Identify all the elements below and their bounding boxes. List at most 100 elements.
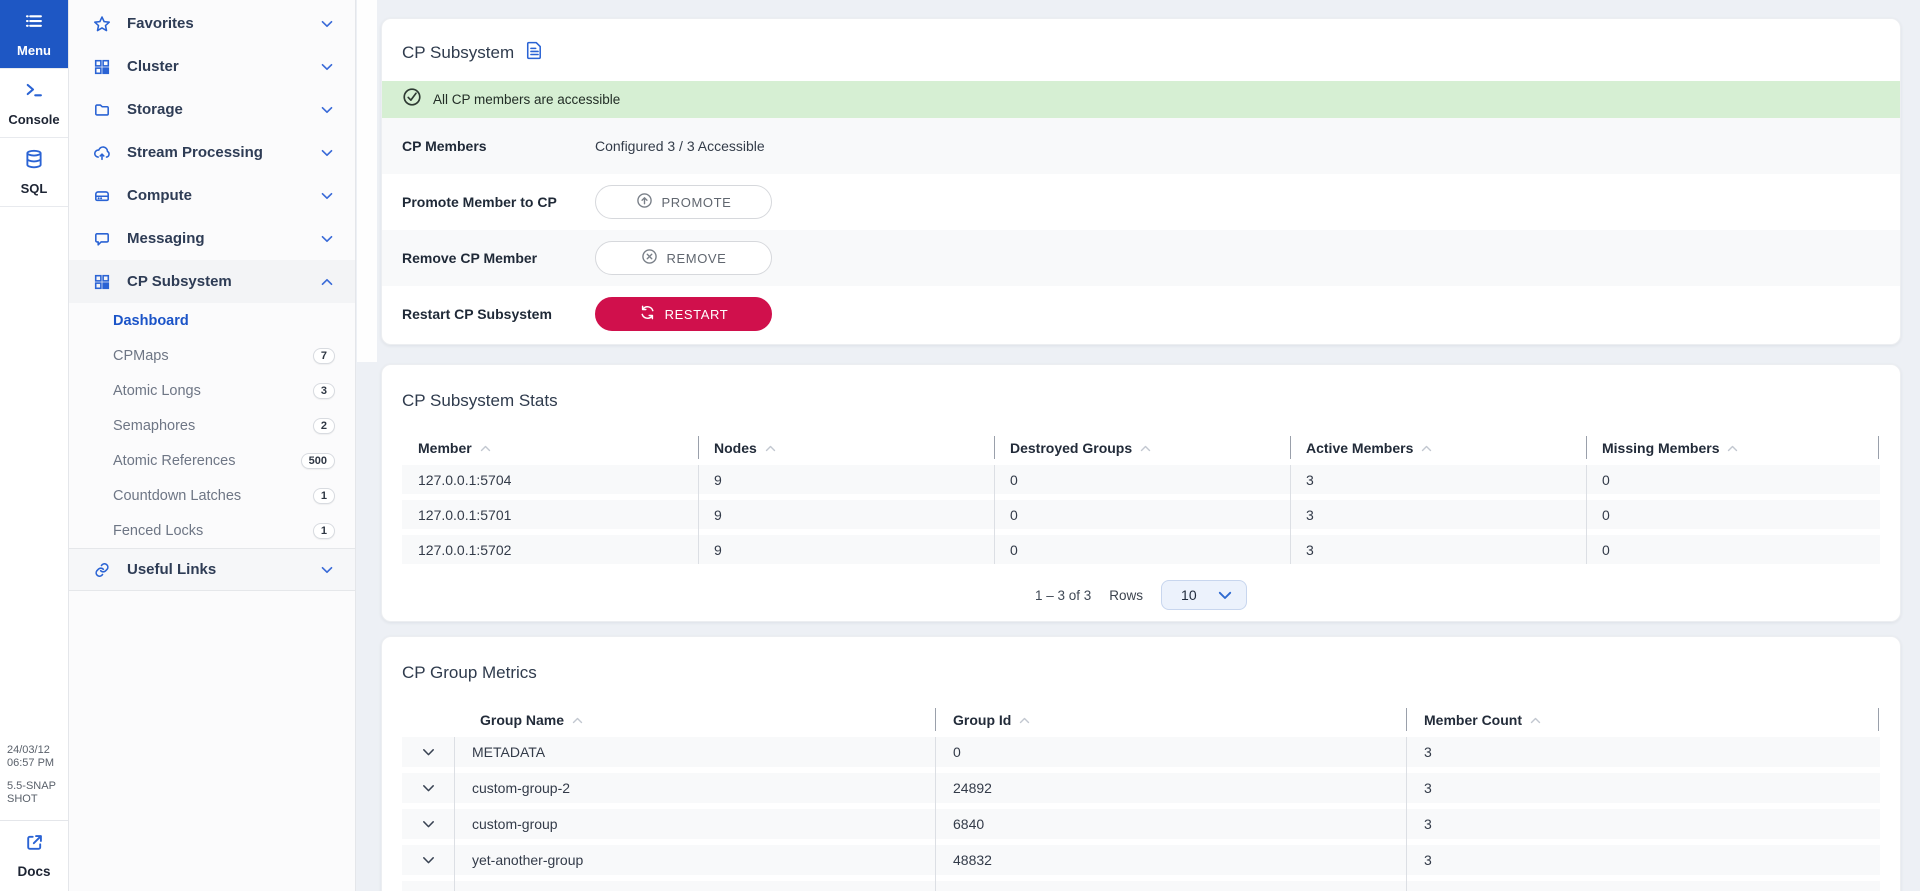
sidebar-item-label: CP Subsystem: [127, 273, 321, 290]
rail-item-label: SQL: [21, 181, 48, 196]
sidebar-item-cluster[interactable]: Cluster: [69, 45, 355, 88]
count-badge: 7: [313, 348, 335, 364]
column-header-active-members[interactable]: Active Members: [1290, 440, 1586, 456]
chat-bubble-icon: [93, 230, 111, 248]
sidebar-subitem-atomic-references[interactable]: Atomic References 500: [69, 443, 355, 478]
cell-destroyed-groups: 0: [994, 472, 1290, 488]
count-badge: 2: [313, 418, 335, 434]
column-divider: [994, 465, 995, 564]
sidebar-subitem-dashboard[interactable]: Dashboard: [69, 303, 355, 338]
sort-caret-icon: [1727, 445, 1738, 452]
sidebar-subitem-atomic-longs[interactable]: Atomic Longs 3: [69, 373, 355, 408]
folder-icon: [93, 101, 111, 119]
sidebar-item-storage[interactable]: Storage: [69, 88, 355, 131]
column-label: Member Count: [1424, 712, 1522, 728]
chevron-down-icon: [321, 20, 333, 28]
table-row[interactable]: yet-another-group 48832 3: [402, 845, 1880, 875]
cp-members-value: Configured 3 / 3 Accessible: [595, 138, 765, 154]
sidebar-item-cp-subsystem[interactable]: CP Subsystem: [69, 260, 355, 303]
column-header-nodes[interactable]: Nodes: [698, 440, 994, 456]
remove-circle-x-icon: [641, 248, 658, 268]
table-row[interactable]: 127.0.0.1:5704 9 0 3 0: [402, 465, 1880, 494]
sidebar-subitem-semaphores[interactable]: Semaphores 2: [69, 408, 355, 443]
menu-icon: [24, 11, 44, 36]
sidebar-item-label: Compute: [127, 187, 321, 204]
sidebar-subitem-fenced-locks[interactable]: Fenced Locks 1: [69, 513, 355, 548]
row-label: Promote Member to CP: [402, 194, 595, 210]
row-label: Restart CP Subsystem: [402, 306, 595, 322]
scrollbar-thumb[interactable]: [357, 0, 377, 362]
sidebar-nav: Favorites Cluster Storage Stream Process…: [69, 0, 356, 891]
table-row[interactable]: 127.0.0.1:5702 9 0 3 0: [402, 535, 1880, 564]
sidebar-subitem-countdown-latches[interactable]: Countdown Latches 1: [69, 478, 355, 513]
chevron-down-icon: [422, 748, 435, 757]
groups-table-header: Group Name Group Id Member Count: [402, 703, 1880, 737]
header-divider: [698, 436, 699, 459]
rail-item-console[interactable]: Console: [0, 69, 68, 138]
cluster-time-clock: 06:57 PM: [7, 757, 64, 770]
cluster-time-date: 24/03/12: [7, 744, 64, 757]
cp-group-metrics-card: CP Group Metrics Group Name Group Id Mem…: [381, 636, 1901, 891]
card-title: CP Subsystem Stats: [402, 391, 1880, 411]
table-row[interactable]: custom-group 6840 3: [402, 809, 1880, 839]
cell-active-members: 3: [1290, 507, 1586, 523]
chevron-down-icon: [321, 63, 333, 71]
promote-button-label: PROMOTE: [662, 195, 732, 210]
remove-button[interactable]: REMOVE: [595, 241, 772, 275]
column-header-destroyed-groups[interactable]: Destroyed Groups: [994, 440, 1290, 456]
rail-item-sql[interactable]: SQL: [0, 138, 68, 207]
table-row[interactable]: 127.0.0.1:5701 9 0 3 0: [402, 500, 1880, 529]
expand-row-button[interactable]: [402, 784, 454, 793]
remove-row: Remove CP Member REMOVE: [382, 230, 1900, 286]
stats-table-header: Member Nodes Destroyed Groups Active Mem…: [402, 431, 1880, 465]
column-header-member-count[interactable]: Member Count: [1406, 712, 1880, 728]
rows-per-page-value: 10: [1181, 587, 1197, 603]
sidebar-item-compute[interactable]: Compute: [69, 174, 355, 217]
header-divider: [1586, 436, 1587, 459]
expand-row-button[interactable]: [402, 748, 454, 757]
link-icon: [93, 561, 111, 579]
sidebar-subitem-cpmaps[interactable]: CPMaps 7: [69, 338, 355, 373]
chevron-down-icon: [1218, 591, 1232, 600]
remove-button-label: REMOVE: [667, 251, 727, 266]
groups-table-body: METADATA 0 3 custom-group-2 24892 3 cust…: [402, 737, 1880, 891]
app-rail: Menu Console SQL 24/03/12 06:57 PM 5.5-S…: [0, 0, 69, 891]
expand-row-button[interactable]: [402, 820, 454, 829]
console-icon: [24, 80, 44, 105]
restart-button[interactable]: RESTART: [595, 297, 772, 331]
column-header-group-id[interactable]: Group Id: [935, 712, 1406, 728]
column-label: Group Id: [953, 712, 1011, 728]
cell-group-name: METADATA: [454, 744, 935, 760]
column-header-member[interactable]: Member: [402, 440, 698, 456]
sidebar-item-label: Useful Links: [127, 561, 321, 578]
sidebar-item-stream-processing[interactable]: Stream Processing: [69, 131, 355, 174]
count-badge: 3: [313, 383, 335, 399]
cell-group-id: 6840: [935, 816, 1406, 832]
check-circle-icon: [402, 87, 422, 112]
rows-per-page-select[interactable]: 10: [1161, 580, 1247, 610]
sidebar-subitem-label: Dashboard: [113, 313, 335, 329]
column-divider: [1586, 465, 1587, 564]
rail-item-menu[interactable]: Menu: [0, 0, 68, 69]
sidebar-item-messaging[interactable]: Messaging: [69, 217, 355, 260]
table-row[interactable]: custom-group-2 24892 3: [402, 773, 1880, 803]
sidebar-item-favorites[interactable]: Favorites: [69, 2, 355, 45]
count-badge: 500: [301, 453, 335, 469]
header-divider: [1406, 708, 1407, 731]
sidebar-item-useful-links[interactable]: Useful Links: [69, 548, 355, 591]
promote-button[interactable]: PROMOTE: [595, 185, 772, 219]
column-header-missing-members[interactable]: Missing Members: [1586, 440, 1880, 456]
rail-item-label: Menu: [17, 43, 51, 58]
sort-caret-icon: [1421, 445, 1432, 452]
column-divider: [454, 737, 455, 891]
document-icon[interactable]: [526, 41, 543, 65]
restart-button-label: RESTART: [665, 307, 729, 322]
table-row[interactable]: another-group 48744 3: [402, 881, 1880, 891]
sort-caret-icon: [572, 717, 583, 724]
restart-icon: [639, 304, 656, 324]
column-header-group-name[interactable]: Group Name: [454, 712, 935, 728]
row-label: CP Members: [402, 138, 595, 154]
docs-link[interactable]: Docs: [0, 821, 68, 891]
expand-row-button[interactable]: [402, 856, 454, 865]
table-row[interactable]: METADATA 0 3: [402, 737, 1880, 767]
